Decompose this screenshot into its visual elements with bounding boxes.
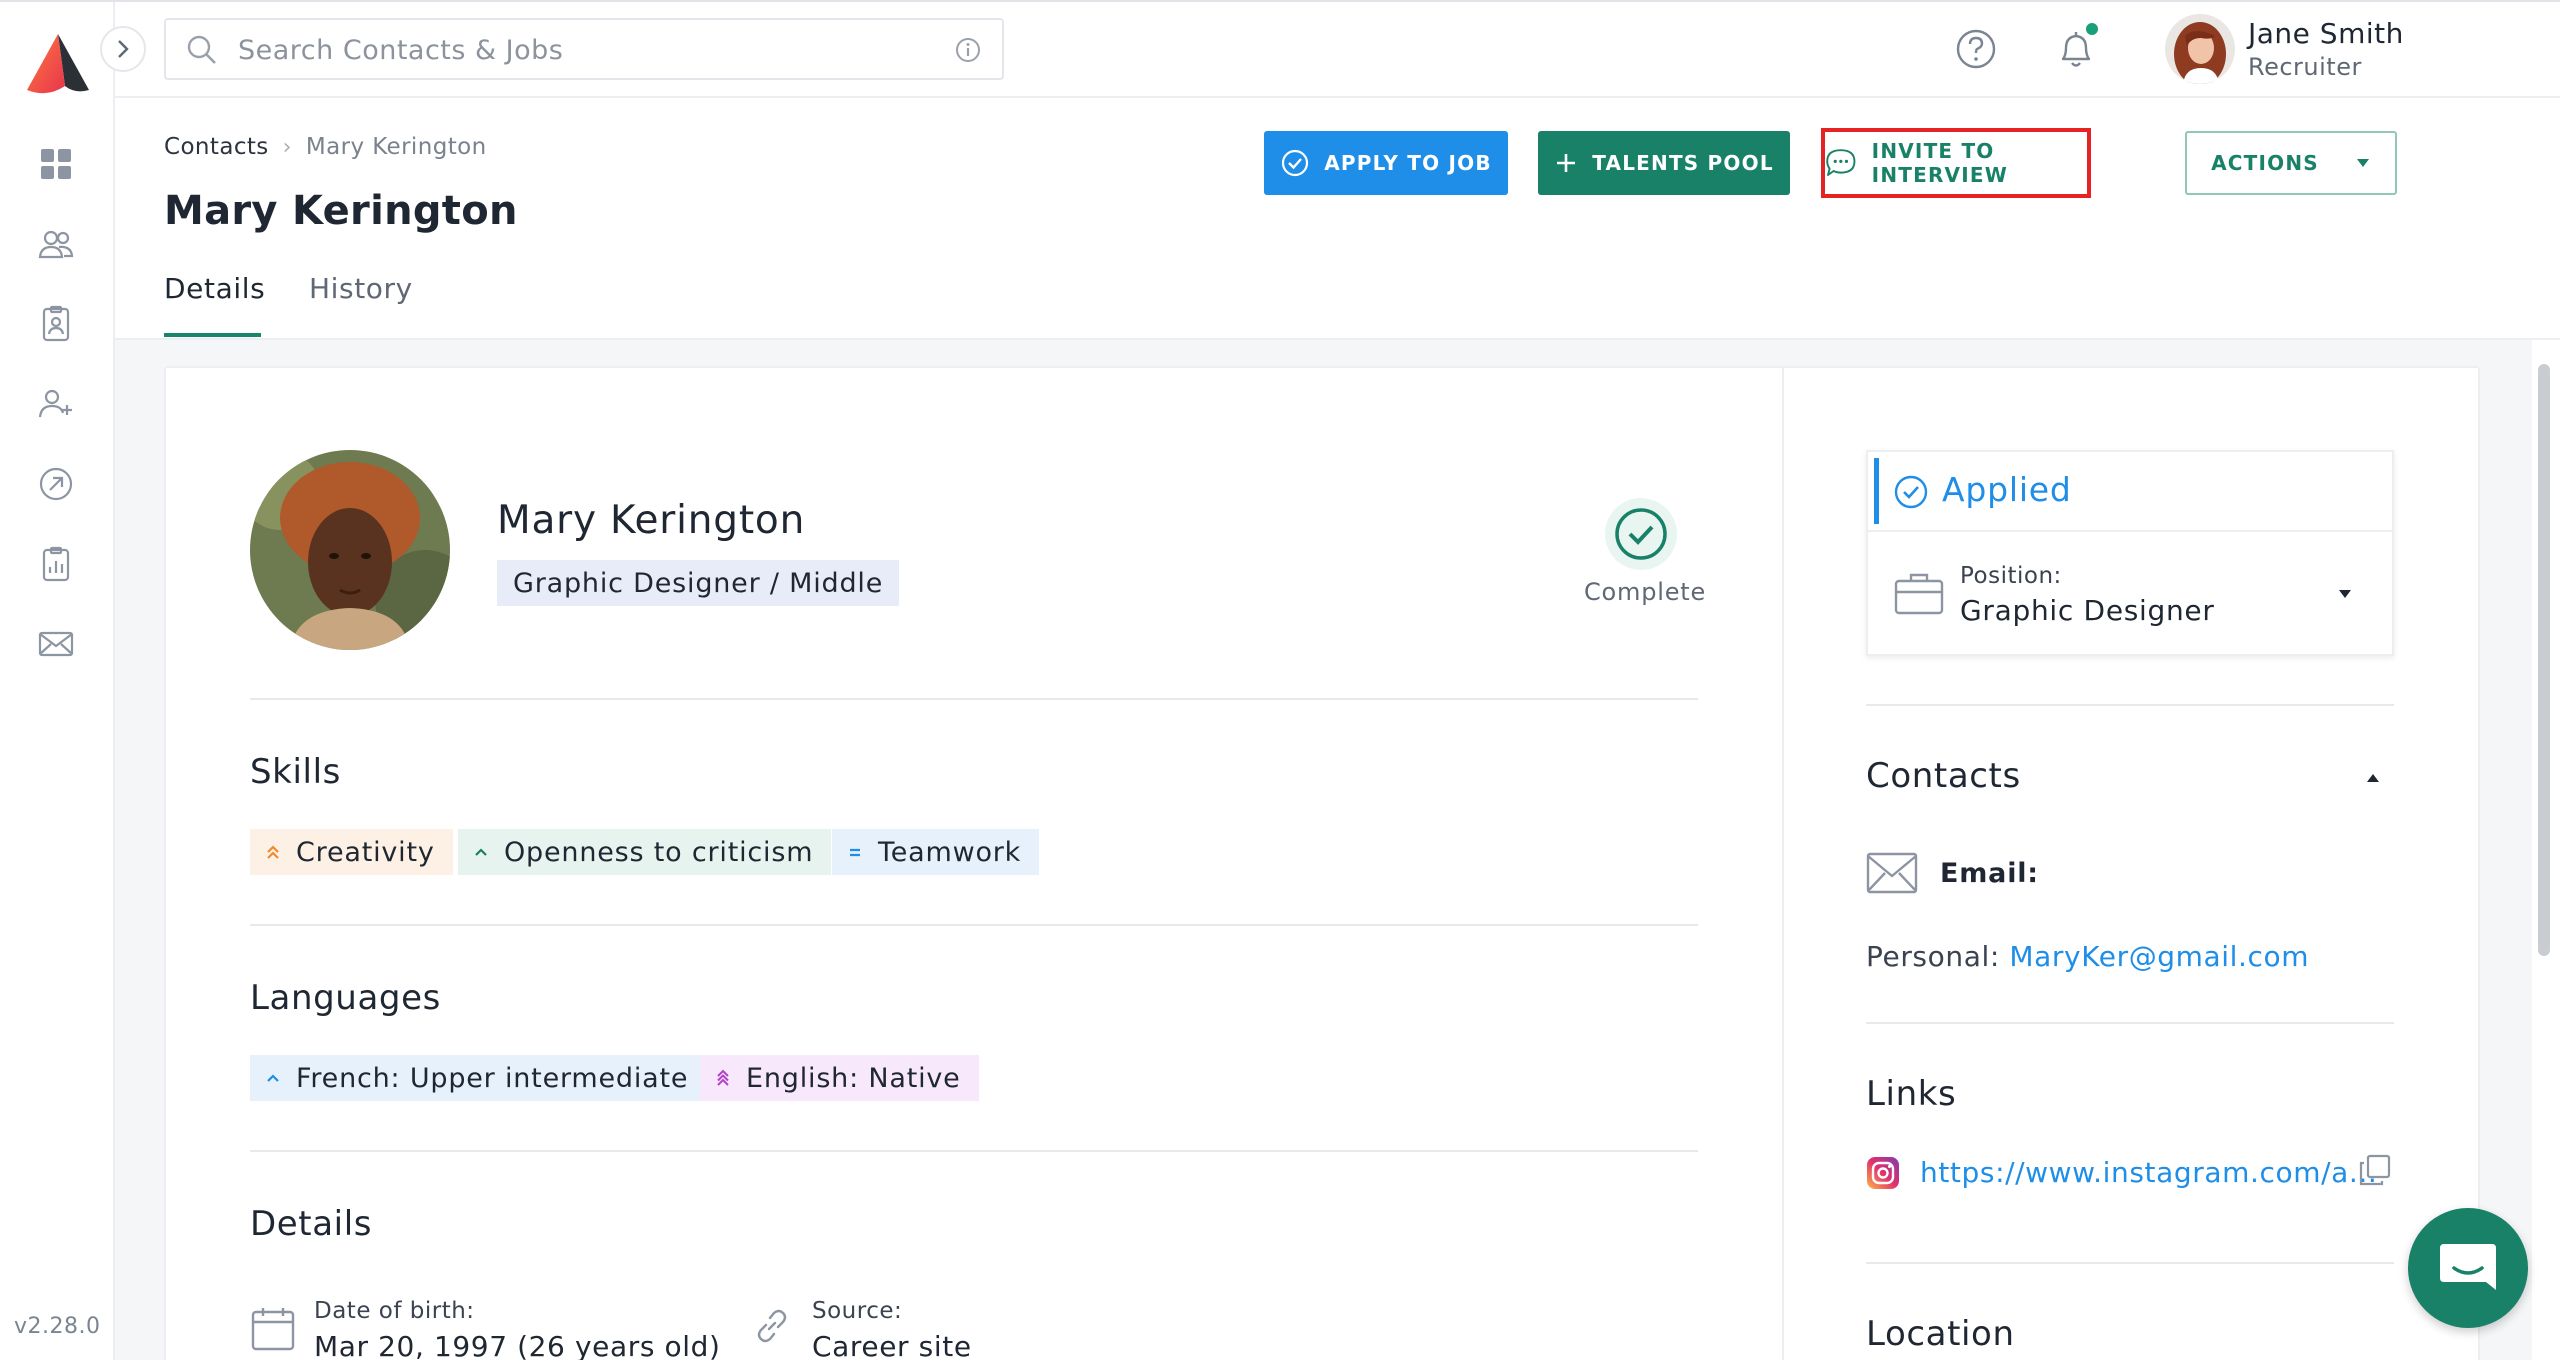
chevron-up-icon	[267, 1074, 279, 1082]
language-chip-english: English: Native	[700, 1055, 979, 1101]
dob-label: Date of birth:	[314, 1298, 475, 1324]
check-circle-icon	[1282, 149, 1309, 177]
skill-chip-teamwork: Teamwork	[832, 829, 1040, 875]
source-value: Career site	[812, 1330, 972, 1360]
actions-dropdown-button[interactable]: ACTIONS	[2185, 131, 2397, 195]
personal-email-link[interactable]: MaryKer@gmail.com	[2009, 940, 2309, 973]
dob-value: Mar 20, 1997 (26 years old)	[314, 1330, 721, 1360]
triple-chevron-up-icon	[717, 1069, 729, 1086]
search-box[interactable]	[164, 18, 1004, 80]
contacts-icon[interactable]	[36, 224, 76, 264]
check-circle-icon	[1894, 475, 1928, 509]
skill-chip-creativity: Creativity	[250, 829, 453, 875]
email-label: Email:	[1940, 858, 2039, 889]
tab-history[interactable]: History	[309, 272, 413, 305]
user-role: Recruiter	[2248, 53, 2362, 81]
language-label: English: Native	[746, 1062, 961, 1094]
skill-label: Creativity	[296, 836, 435, 868]
scrollbar-thumb[interactable]	[2538, 364, 2550, 956]
copy-icon[interactable]	[2358, 1153, 2392, 1187]
calendar-icon	[251, 1308, 295, 1351]
chevron-up-icon	[475, 848, 487, 856]
search-icon	[187, 35, 216, 64]
page-title: Mary Kerington	[164, 188, 518, 234]
double-chevron-up-icon	[267, 845, 279, 859]
column-divider	[1782, 366, 1784, 1360]
candidate-card-icon[interactable]	[36, 304, 76, 344]
chevron-right-icon: ›	[282, 134, 292, 160]
section-divider	[250, 1150, 1698, 1152]
info-icon[interactable]	[954, 36, 982, 64]
languages-title: Languages	[250, 978, 441, 1018]
breadcrumb-contacts-link[interactable]: Contacts	[164, 134, 269, 160]
user-name[interactable]: Jane Smith	[2248, 17, 2404, 50]
caret-down-icon[interactable]	[2337, 588, 2353, 600]
compass-icon[interactable]	[36, 464, 76, 504]
position-value[interactable]: Graphic Designer	[1960, 594, 2215, 627]
window-top-border	[0, 0, 2560, 2]
sidebar-expand-button[interactable]	[100, 26, 146, 72]
user-avatar[interactable]	[2165, 14, 2235, 84]
profile-role-badge: Graphic Designer / Middle	[497, 560, 900, 606]
status-accent-bar	[1874, 458, 1879, 524]
link-icon	[757, 1309, 787, 1343]
apply-to-job-label: APPLY TO JOB	[1324, 151, 1492, 175]
contacts-title: Contacts	[1866, 756, 2021, 796]
app-logo-icon[interactable]	[25, 32, 91, 96]
section-divider	[250, 924, 1698, 926]
active-tab-indicator	[164, 333, 261, 337]
actions-label: ACTIONS	[2211, 151, 2319, 175]
help-icon[interactable]	[1955, 28, 1997, 70]
chat-icon	[2440, 1244, 2496, 1290]
skills-title: Skills	[250, 752, 341, 792]
personal-email-label: Personal:	[1866, 940, 2000, 973]
profile-name: Mary Kerington	[497, 498, 806, 543]
plus-icon	[1557, 154, 1576, 172]
profile-complete-label: Complete	[1584, 578, 1707, 606]
section-divider	[1866, 704, 2394, 706]
status-card-divider	[1868, 530, 2392, 532]
language-label: French: Upper intermediate	[296, 1062, 689, 1094]
envelope-icon	[1866, 852, 1918, 894]
chevron-right-icon	[118, 40, 129, 58]
links-title: Links	[1866, 1074, 1957, 1114]
language-chip-french: French: Upper intermediate	[250, 1055, 707, 1101]
app-version: v2.28.0	[14, 1314, 101, 1339]
skill-chip-openness: Openness to criticism	[458, 829, 832, 875]
section-divider	[1866, 1022, 2394, 1024]
talents-pool-button[interactable]: TALENTS POOL	[1538, 131, 1790, 195]
skill-label: Openness to criticism	[504, 836, 814, 868]
dashboard-icon[interactable]	[36, 144, 76, 184]
instagram-link[interactable]: https://www.instagram.com/a...	[1920, 1156, 2377, 1189]
breadcrumb-current: Mary Kerington	[305, 134, 487, 160]
breadcrumb: Contacts › Mary Kerington	[164, 134, 487, 160]
skill-label: Teamwork	[878, 836, 1022, 868]
reports-icon[interactable]	[36, 544, 76, 584]
details-title: Details	[250, 1204, 373, 1244]
location-title: Location	[1866, 1314, 2015, 1354]
add-user-icon[interactable]	[36, 384, 76, 424]
position-label: Position:	[1960, 563, 2062, 589]
profile-photo	[250, 450, 450, 650]
section-divider	[1866, 1262, 2394, 1264]
talents-pool-label: TALENTS POOL	[1592, 151, 1774, 175]
tab-details[interactable]: Details	[164, 272, 265, 305]
highlight-frame	[1821, 128, 2091, 198]
section-divider	[250, 698, 1698, 700]
caret-down-icon	[2356, 159, 2369, 167]
source-label: Source:	[812, 1298, 903, 1324]
notification-dot	[2083, 20, 2101, 38]
complete-check-icon	[1605, 498, 1677, 570]
briefcase-icon	[1894, 573, 1944, 615]
status-label: Applied	[1942, 470, 2072, 509]
mail-icon[interactable]	[36, 624, 76, 664]
apply-to-job-button[interactable]: APPLY TO JOB	[1264, 131, 1508, 195]
search-input[interactable]	[238, 32, 898, 68]
instagram-icon	[1867, 1157, 1899, 1189]
personal-email-row: Personal: MaryKer@gmail.com	[1866, 940, 2309, 973]
equals-icon	[850, 848, 860, 857]
support-chat-button[interactable]	[2408, 1208, 2528, 1328]
sidebar: v2.28.0	[0, 0, 115, 1360]
caret-up-icon[interactable]	[2365, 772, 2381, 784]
